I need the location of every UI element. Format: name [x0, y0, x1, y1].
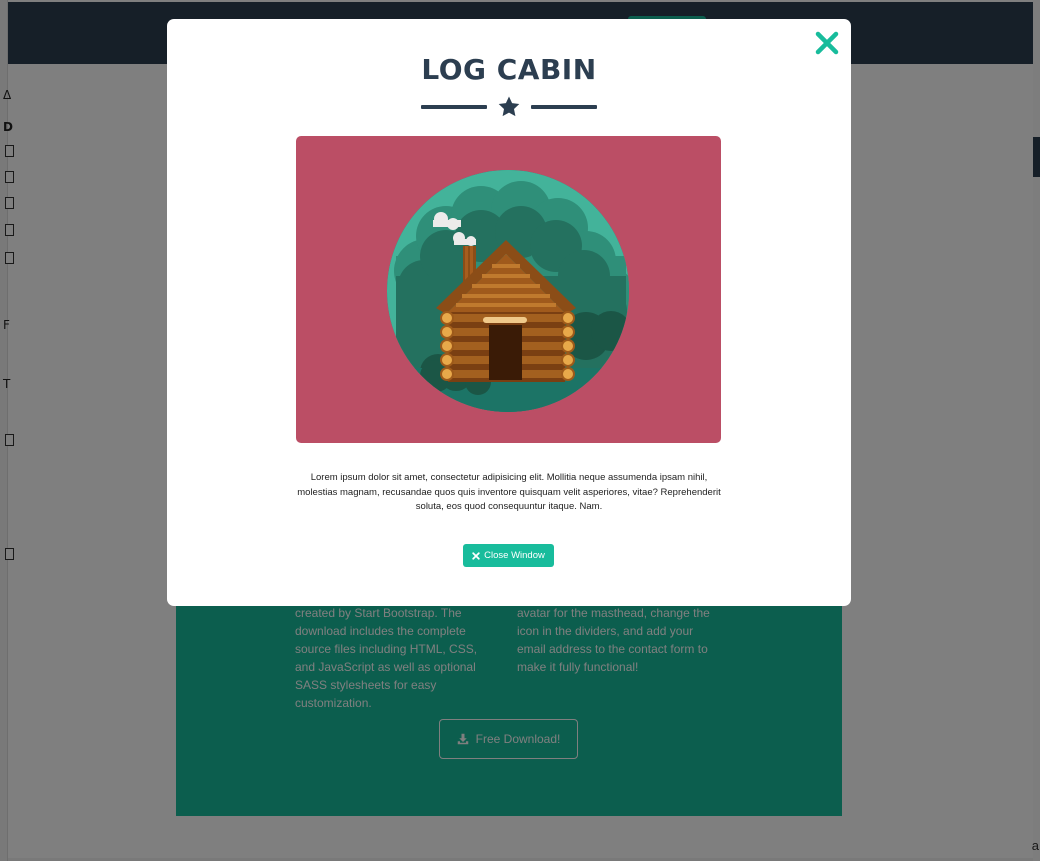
divider-line [421, 105, 487, 109]
star-divider [421, 95, 597, 119]
close-window-button[interactable]: Close Window [463, 544, 554, 567]
close-window-label: Close Window [484, 550, 545, 561]
modal-title: LOG CABIN [421, 53, 597, 86]
divider-line [531, 105, 597, 109]
cabin-illustration [296, 136, 721, 443]
portfolio-modal: LOG CABIN Lorem ipsum dolor sit amet, co… [167, 19, 851, 606]
times-icon [472, 551, 480, 560]
close-icon[interactable] [815, 31, 839, 55]
star-icon [498, 96, 520, 117]
modal-description: Lorem ipsum dolor sit amet, consectetur … [297, 472, 721, 512]
